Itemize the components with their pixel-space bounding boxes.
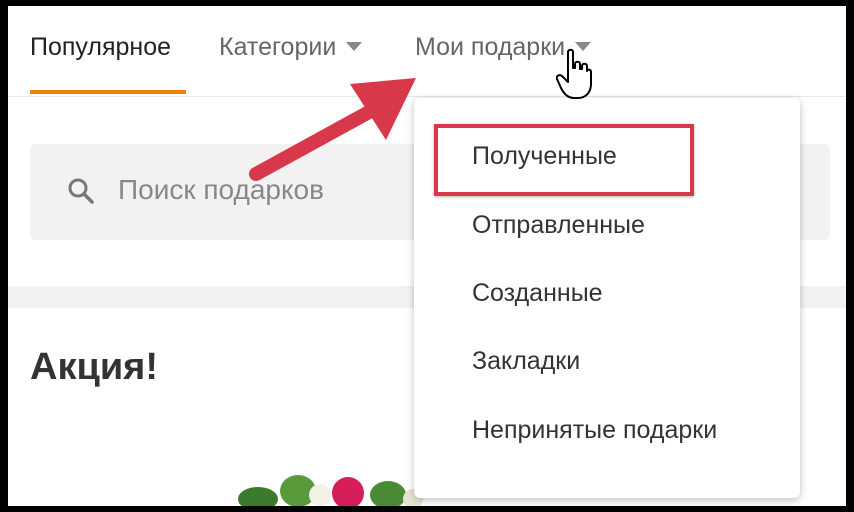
dropdown-item-sent[interactable]: Отправленные — [472, 211, 645, 240]
screenshot-frame: Популярное Категории Мои подарки Поиск п… — [8, 6, 846, 506]
dropdown-item-created[interactable]: Созданные — [472, 279, 603, 308]
tab-categories-label: Категории — [219, 33, 337, 61]
dropdown-item-bookmarks[interactable]: Закладки — [472, 347, 580, 376]
flowers-image — [238, 475, 423, 506]
red-arrow-annotation — [249, 78, 416, 181]
promo-title: Акция! — [30, 346, 159, 388]
my-gifts-dropdown: Полученные Отправленные Созданные Заклад… — [414, 98, 800, 498]
active-tab-indicator — [30, 90, 186, 94]
hand-cursor-icon — [556, 48, 592, 99]
dropdown-item-received[interactable]: Полученные — [472, 142, 617, 171]
tab-my-gifts-label: Мои подарки — [415, 33, 566, 61]
tab-bar: Популярное Категории Мои подарки — [8, 6, 846, 97]
tab-categories[interactable]: Категории — [219, 33, 363, 62]
chevron-down-icon — [346, 41, 363, 51]
tab-popular-label: Популярное — [30, 33, 172, 61]
dropdown-item-unaccepted[interactable]: Непринятые подарки — [472, 416, 717, 445]
tab-popular[interactable]: Популярное — [30, 33, 171, 62]
search-icon — [68, 178, 94, 204]
